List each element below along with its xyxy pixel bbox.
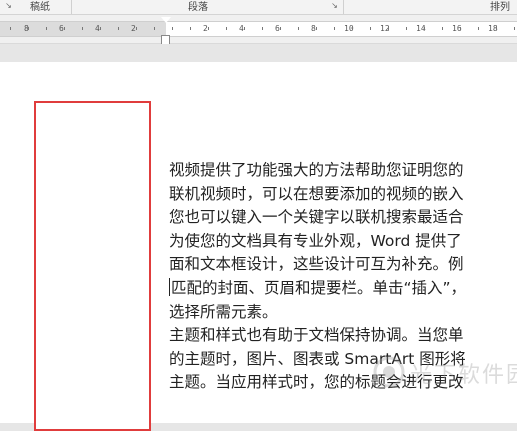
dialog-launcher-icon[interactable]: ↘ [4, 1, 13, 10]
paragraph-dialog-launcher-icon[interactable]: ↘ [330, 1, 339, 10]
watermark: 光下软件园 [372, 353, 517, 393]
ruler-minor-tick [154, 27, 155, 30]
text-line: 匹配的封面、页眉和提要栏。单击“插入”， [171, 278, 467, 297]
text-line: 选择所需元素。 [169, 302, 278, 321]
ruler-minor-tick [136, 27, 137, 30]
ruler-minor-tick [424, 27, 425, 30]
group-label-arrange: 排列 [490, 2, 510, 13]
watermark-text: 光下软件园 [410, 363, 517, 388]
group-separator [71, 0, 72, 14]
ruler-minor-tick [118, 27, 119, 30]
ruler-minor-tick [190, 27, 191, 30]
horizontal-ruler[interactable]: 8 6 4 2 2 4 6 8 10 12 14 16 18 [0, 15, 517, 49]
text-line: 联机视频时，可以在想要添加的视频的嵌入 [169, 184, 464, 203]
text-cursor [169, 277, 170, 296]
ruler-minor-tick [298, 27, 299, 30]
ruler-minor-tick [334, 27, 335, 30]
text-line: 您也可以键入一个关键字以联机搜索最适合 [169, 208, 464, 227]
ruler-minor-tick [496, 27, 497, 30]
ruler-minor-tick [262, 27, 263, 30]
group-label-manuscript: 稿纸 [30, 2, 50, 13]
ruler-minor-tick [172, 27, 173, 30]
group-separator [343, 0, 344, 14]
text-box-frame[interactable] [34, 101, 151, 431]
ruler-minor-tick [478, 27, 479, 30]
ruler-minor-tick [10, 27, 11, 30]
ruler-minor-tick [442, 27, 443, 30]
watermark-logo-icon [373, 356, 405, 388]
text-line: 主题和样式也有助于文档保持协调。当您单 [169, 326, 464, 345]
ruler-minor-tick [64, 27, 65, 30]
ruler-minor-tick [100, 27, 101, 30]
ribbon-bar: 稿纸 ↘ 段落 ↘ 排列 [0, 0, 517, 15]
text-line: 面和文本框设计，这些设计可互为补充。例 [169, 255, 464, 274]
ruler-minor-tick [280, 27, 281, 30]
ruler-minor-tick [370, 27, 371, 30]
ruler-minor-tick [514, 27, 515, 30]
ruler-minor-tick [406, 27, 407, 30]
ruler-minor-tick [244, 27, 245, 30]
ruler-minor-tick [46, 27, 47, 30]
group-label-paragraph: 段落 [188, 2, 208, 13]
ruler-minor-tick [208, 27, 209, 30]
text-line: 为使您的文档具有专业外观，Word 提供了 [169, 231, 462, 250]
ruler-minor-tick [28, 27, 29, 30]
first-line-indent-marker[interactable] [161, 17, 171, 23]
ruler-minor-tick [316, 27, 317, 30]
ruler-minor-tick [82, 27, 83, 30]
ruler-minor-tick [226, 27, 227, 30]
text-line: 视频提供了功能强大的方法帮助您证明您的 [169, 161, 464, 179]
ruler-minor-tick [388, 27, 389, 30]
ruler-minor-tick [460, 27, 461, 30]
ruler-minor-tick [352, 27, 353, 30]
text-line-with-cursor: 匹配的封面、页眉和提要栏。单击“插入”， [169, 277, 517, 301]
